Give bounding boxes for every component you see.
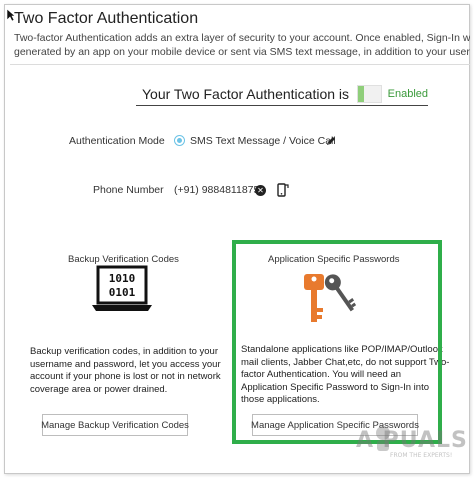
backup-text-line: coverage area or power drained. bbox=[30, 383, 168, 395]
highlight-box bbox=[232, 240, 442, 444]
backup-text-line: account if your phone is lost or not in … bbox=[30, 371, 221, 382]
auth-mode-value: SMS Text Message / Voice Call bbox=[190, 135, 336, 147]
page-title: Two Factor Authentication bbox=[14, 10, 199, 27]
toggle-label: Enabled bbox=[387, 87, 428, 100]
backup-codes-title: Backup Verification Codes bbox=[68, 254, 179, 265]
manage-backup-codes-button[interactable]: Manage Backup Verification Codes bbox=[41, 414, 189, 436]
phone-number-value: (+91) 9884811875 bbox=[174, 184, 260, 196]
tfa-toggle[interactable] bbox=[357, 84, 382, 103]
laptop-code-line: 1010 bbox=[109, 272, 136, 285]
laptop-code-line: 0101 bbox=[109, 286, 136, 299]
watermark-subtext: FROM THE EXPERTS! bbox=[390, 452, 453, 459]
auth-mode-label: Authentication Mode bbox=[69, 135, 165, 147]
description-line: Two-factor Authentication adds an extra … bbox=[14, 32, 470, 44]
page-description: Two-factor Authentication adds an extra … bbox=[14, 31, 470, 59]
description-line: generated by an app on your mobile devic… bbox=[14, 46, 470, 58]
change-phone-icon[interactable] bbox=[276, 182, 290, 198]
edit-pencil-icon[interactable] bbox=[325, 135, 337, 147]
laptop-codes-icon: 1010 0101 bbox=[92, 265, 152, 311]
tfa-status-row: Your Two Factor Authentication is Enable… bbox=[136, 82, 428, 106]
tfa-status-text: Your Two Factor Authentication is bbox=[142, 85, 350, 102]
remove-phone-icon[interactable]: ✕ bbox=[255, 185, 266, 196]
sms-radio[interactable] bbox=[174, 135, 185, 146]
watermark-text: A PUALS bbox=[356, 428, 468, 453]
backup-text-line: Backup verification codes, in addition t… bbox=[30, 346, 218, 357]
backup-text-line: username and password, let you access yo… bbox=[30, 358, 221, 370]
header-divider bbox=[10, 64, 470, 65]
toggle-knob bbox=[358, 85, 365, 102]
phone-number-label: Phone Number bbox=[93, 184, 164, 196]
backup-codes-description: Backup verification codes, in addition t… bbox=[30, 346, 221, 396]
